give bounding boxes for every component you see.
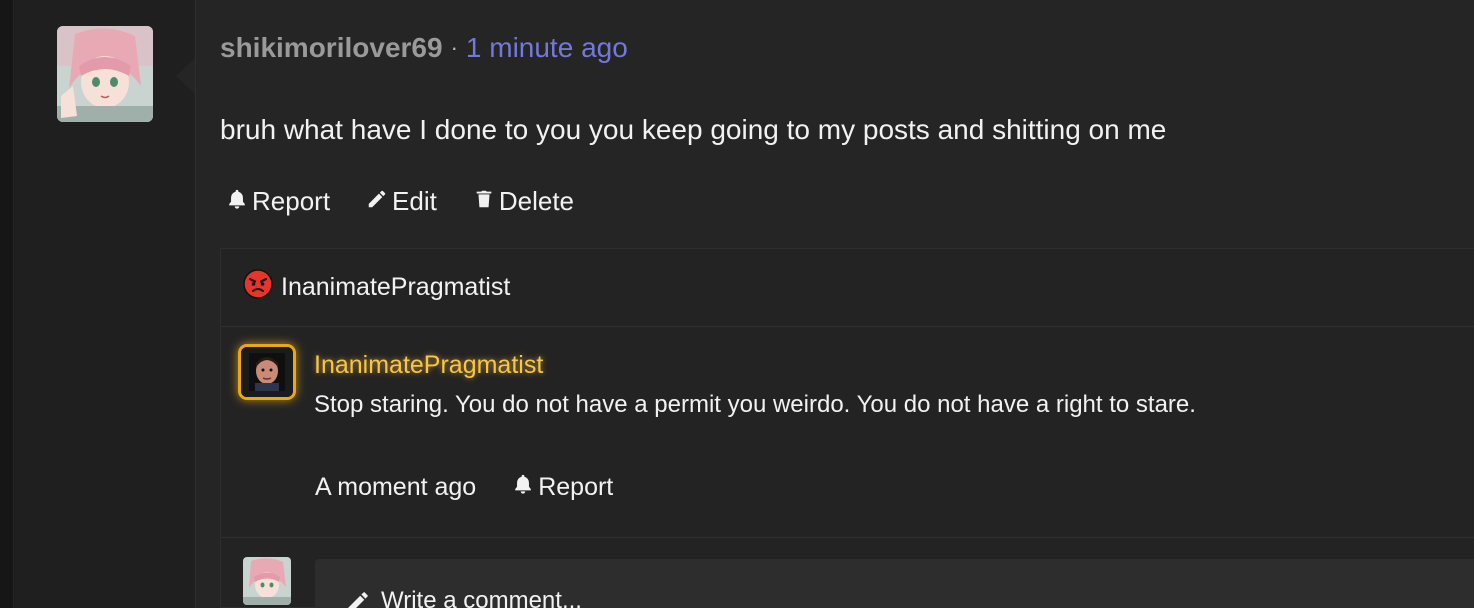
delete-button[interactable]: Delete	[473, 186, 574, 217]
reaction-user[interactable]: InanimatePragmatist	[281, 273, 510, 302]
reaction-row: InanimatePragmatist	[221, 249, 1474, 327]
post-author-avatar[interactable]	[57, 26, 153, 122]
post-header: shikimorilover69 · 1 minute ago	[220, 30, 628, 66]
edit-button[interactable]: Edit	[366, 186, 437, 217]
reply-author-name[interactable]: InanimatePragmatist	[314, 351, 543, 380]
comment-placeholder: Write a comment...	[381, 587, 582, 608]
reply-author-avatar[interactable]	[241, 347, 293, 397]
delete-label: Delete	[498, 186, 575, 216]
header-separator: ·	[450, 35, 458, 60]
post-body: bruh what have I done to you you keep go…	[220, 114, 1167, 145]
reply-report-button[interactable]: Report	[512, 473, 613, 502]
current-user-avatar	[243, 557, 291, 605]
post-author-name[interactable]: shikimorilover69	[220, 32, 443, 64]
bell-icon	[226, 186, 248, 217]
pencil-icon	[366, 186, 388, 217]
post-actions: Report Edit Delete	[226, 186, 574, 217]
comment-divider	[221, 537, 1474, 538]
edit-label: Edit	[392, 186, 437, 216]
angry-face-icon	[243, 269, 281, 306]
reply-report-label: Report	[538, 473, 614, 501]
report-button[interactable]: Report	[226, 186, 330, 217]
comments-section: InanimatePragmatist InanimatePragmatist …	[220, 248, 1474, 608]
trash-icon	[473, 186, 495, 217]
post-pointer-arrow	[176, 58, 195, 94]
report-label: Report	[252, 186, 331, 216]
reply-timestamp[interactable]: A moment ago	[315, 473, 476, 502]
reply-footer: A moment ago Report	[315, 473, 613, 502]
pencil-icon	[345, 587, 381, 608]
post-timestamp[interactable]: 1 minute ago	[466, 32, 628, 64]
bell-icon	[512, 473, 534, 502]
write-comment-input[interactable]: Write a comment...	[315, 559, 1474, 608]
reply-text: Stop staring. You do not have a permit y…	[314, 391, 1196, 418]
left-edge	[0, 0, 14, 608]
